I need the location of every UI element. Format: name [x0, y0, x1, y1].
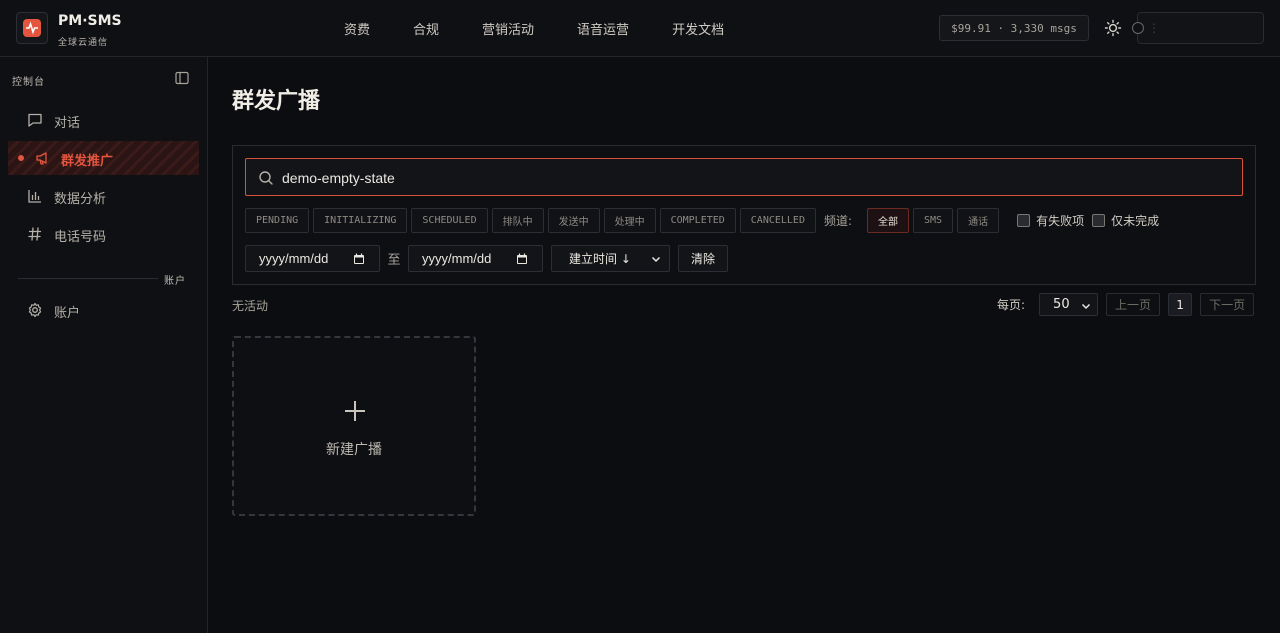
failed-only-checkbox[interactable]: 有失败项	[1017, 212, 1084, 229]
balance-badge[interactable]: $99.91 · 3,330 msgs	[939, 15, 1089, 41]
filter-panel: PENDING INITIALIZING SCHEDULED 排队中 发送中 处…	[232, 145, 1256, 285]
clear-filters-button[interactable]: 清除	[678, 245, 729, 272]
brand-name: PM·SMS	[58, 13, 122, 29]
new-broadcast-label: 新建广播	[326, 442, 382, 458]
status-chip-scheduled[interactable]: SCHEDULED	[411, 208, 488, 233]
new-broadcast-card[interactable]: 新建广播	[232, 336, 476, 516]
checkbox-box	[1092, 214, 1106, 227]
checkbox-label: 仅未完成	[1111, 214, 1160, 228]
chevron-down-icon	[1082, 303, 1091, 310]
nav-campaigns[interactable]: 营销活动	[482, 19, 534, 38]
main-nav: 资费 合规 营销活动 语音运营 开发文档	[344, 19, 767, 38]
megaphone-icon	[36, 152, 47, 165]
date-filter-row: yyyy/mm/dd 至 yyyy/mm/dd 建立时间 ↓ 清除	[245, 245, 729, 272]
chart-icon	[28, 190, 41, 203]
incomplete-only-checkbox[interactable]: 仅未完成	[1092, 212, 1159, 229]
status-chip-queued[interactable]: 排队中	[491, 208, 544, 233]
sidebar-item-label: 群发推广	[61, 154, 114, 169]
sidebar-item-label: 对话	[54, 116, 81, 131]
toggle-knob	[1132, 22, 1144, 34]
sidebar-divider	[18, 278, 158, 279]
channel-chip-all[interactable]: 全部	[867, 208, 910, 233]
sidebar-item-chats[interactable]: 对话	[8, 103, 199, 137]
date-to-input[interactable]: yyyy/mm/dd	[408, 245, 543, 272]
pagination: 每页: 50 上一页 1 下一页	[997, 293, 1255, 316]
prev-page-button[interactable]: 上一页	[1106, 293, 1161, 316]
per-page-value: 50	[1053, 297, 1070, 312]
sidebar-section-title: 账户	[164, 276, 186, 287]
date-range-separator: 至	[387, 253, 401, 268]
sidebar-item-label: 数据分析	[54, 192, 107, 207]
current-page[interactable]: 1	[1168, 293, 1193, 316]
active-indicator	[18, 155, 24, 161]
status-chip-initializing[interactable]: INITIALIZING	[313, 208, 408, 233]
results-status: 无活动	[232, 299, 269, 313]
channel-label: 频道:	[823, 214, 853, 228]
nav-docs[interactable]: 开发文档	[672, 19, 724, 38]
chevron-down-icon	[651, 256, 661, 263]
user-menu-button[interactable]: ⋮	[1132, 12, 1264, 44]
date-placeholder: yyyy/mm/dd	[259, 251, 329, 266]
sidebar-item-account[interactable]: 账户	[8, 293, 199, 327]
status-chip-completed[interactable]: COMPLETED	[659, 208, 736, 233]
sidebar-item-analytics[interactable]: 数据分析	[8, 179, 199, 213]
date-from-input[interactable]: yyyy/mm/dd	[245, 245, 380, 272]
plus-icon	[345, 401, 365, 421]
pulse-icon	[23, 19, 41, 37]
status-chip-cancelled[interactable]: CANCELLED	[739, 208, 816, 233]
sidebar: 控制台 对话 群发推广 数据分析 电话号码 账户 账户	[0, 57, 208, 633]
hash-icon	[28, 227, 42, 241]
checkbox-box	[1017, 214, 1031, 227]
calendar-icon[interactable]	[516, 253, 528, 265]
sidebar-item-broadcasts[interactable]: 群发推广	[8, 141, 199, 175]
per-page-label: 每页:	[997, 298, 1026, 312]
page-title: 群发广播	[232, 89, 321, 114]
calendar-icon[interactable]	[353, 253, 365, 265]
top-header: PM·SMS 全球云通信 资费 合规 营销活动 语音运营 开发文档 $99.91…	[0, 0, 1280, 57]
sun-icon[interactable]	[1104, 19, 1122, 37]
channel-chip-sms[interactable]: SMS	[913, 208, 954, 233]
search-box[interactable]	[245, 158, 1243, 196]
date-placeholder: yyyy/mm/dd	[422, 251, 492, 266]
filter-chip-row: PENDING INITIALIZING SCHEDULED 排队中 发送中 处…	[245, 208, 1159, 233]
sort-value: 建立时间 ↓	[569, 252, 631, 266]
nav-compliance[interactable]: 合规	[413, 19, 439, 38]
logo[interactable]	[16, 12, 48, 44]
sidebar-item-label: 电话号码	[54, 230, 107, 245]
sidebar-collapse-icon[interactable]	[175, 71, 189, 85]
sidebar-item-label: 账户	[54, 306, 81, 321]
channel-chip-voice[interactable]: 通话	[957, 208, 1000, 233]
status-chip-pending[interactable]: PENDING	[245, 208, 310, 233]
chat-icon	[28, 113, 42, 127]
more-icon: ⋮	[1148, 21, 1160, 35]
search-input[interactable]	[282, 167, 1222, 189]
gear-icon	[28, 302, 42, 318]
sidebar-title: 控制台	[12, 77, 45, 88]
nav-voice[interactable]: 语音运营	[577, 19, 629, 38]
status-chip-processing[interactable]: 处理中	[603, 208, 656, 233]
status-chip-sending[interactable]: 发送中	[547, 208, 600, 233]
next-page-button[interactable]: 下一页	[1200, 293, 1255, 316]
nav-pricing[interactable]: 资费	[344, 19, 370, 38]
brand-subtitle: 全球云通信	[58, 38, 109, 48]
checkbox-label: 有失败项	[1036, 214, 1085, 228]
sidebar-item-phone-numbers[interactable]: 电话号码	[8, 217, 199, 251]
search-icon	[259, 171, 273, 185]
sort-select[interactable]: 建立时间 ↓	[551, 245, 670, 272]
per-page-select[interactable]: 50	[1039, 293, 1099, 316]
